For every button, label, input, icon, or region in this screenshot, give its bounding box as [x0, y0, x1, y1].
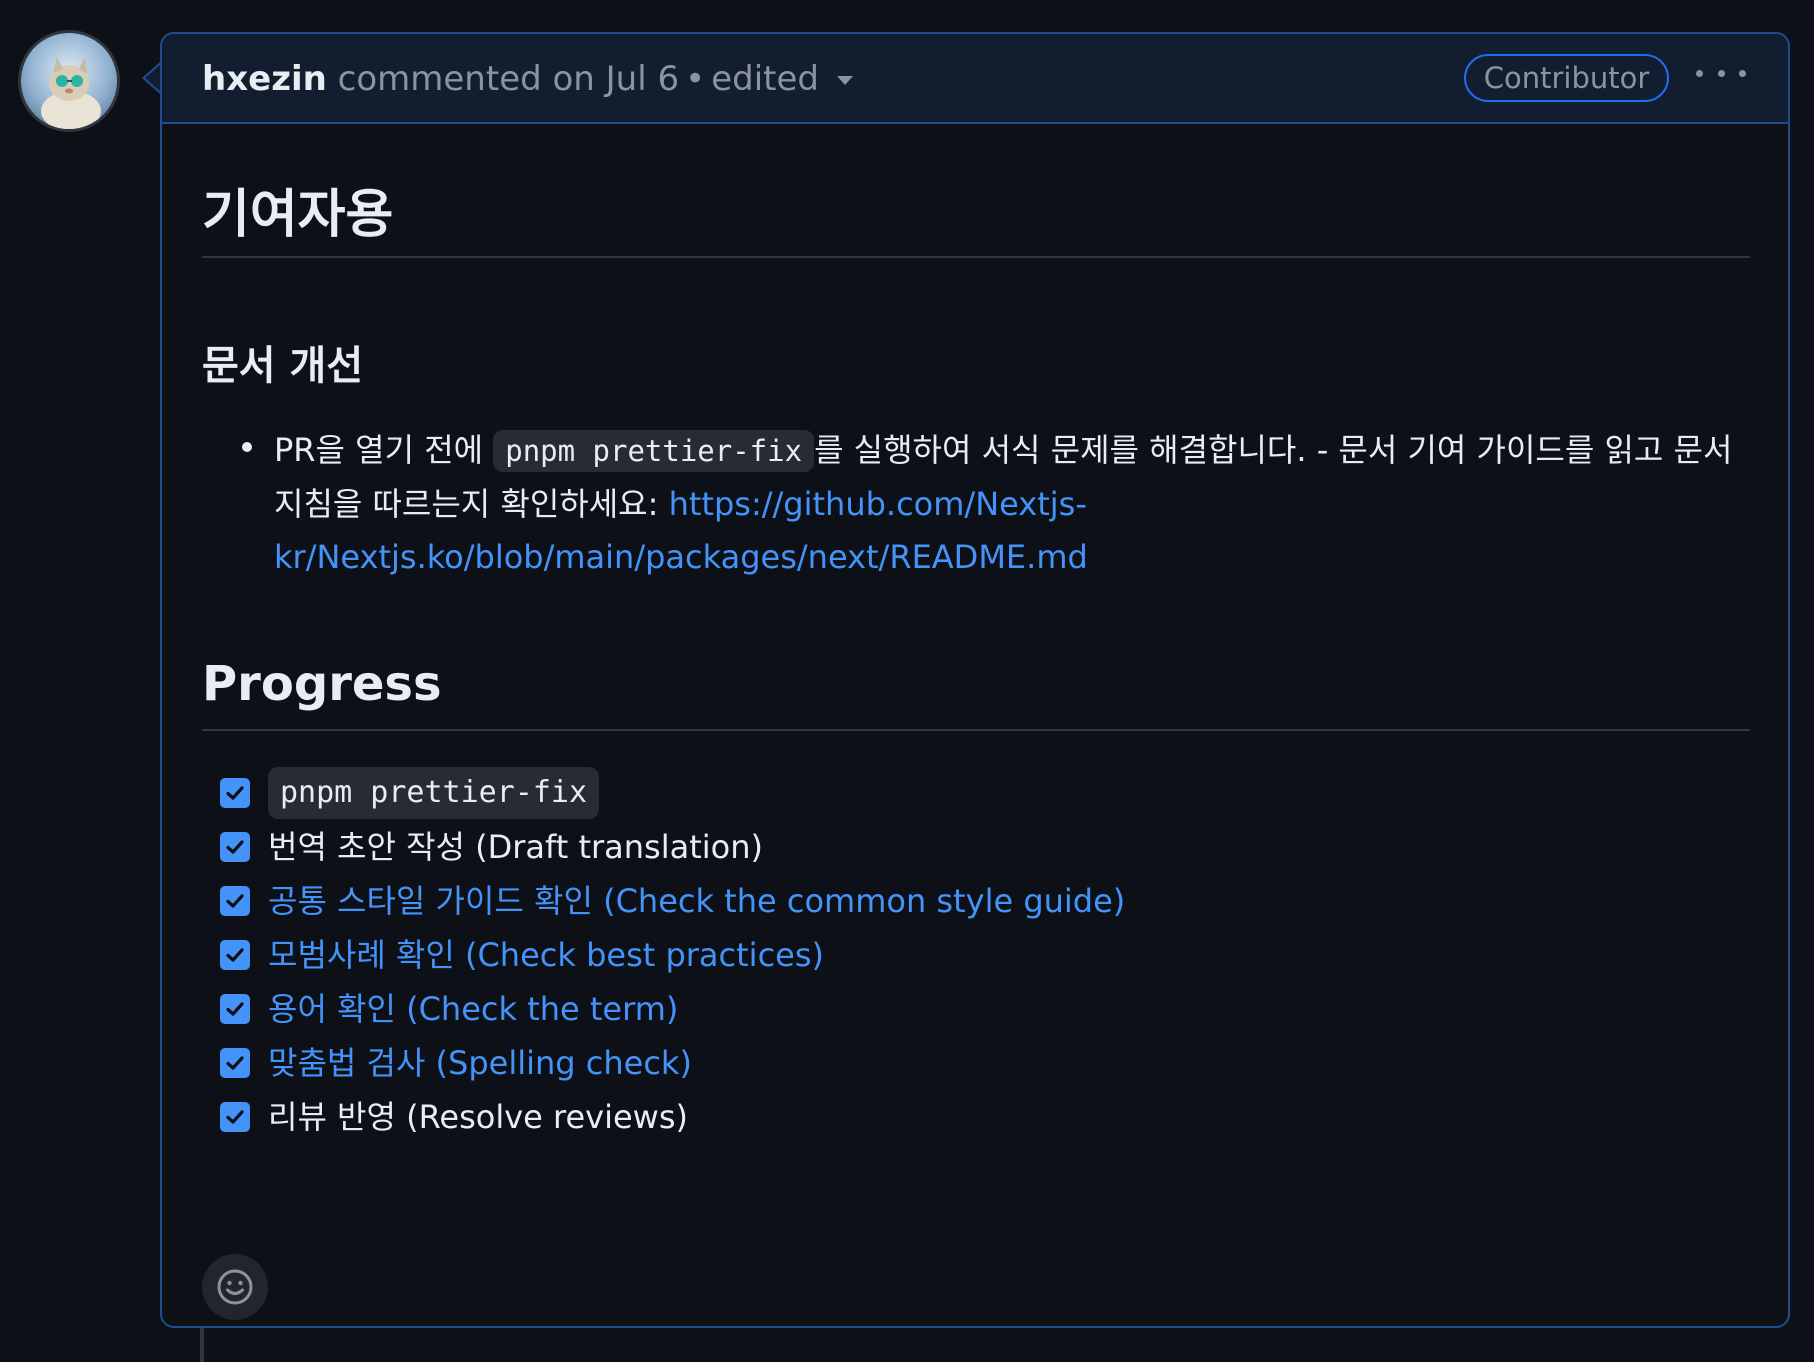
progress-heading: Progress: [202, 656, 442, 712]
add-reaction-button[interactable]: [202, 1254, 268, 1320]
checkbox[interactable]: [220, 778, 250, 808]
task-item: 번역 초안 작성 (Draft translation): [220, 822, 763, 872]
task-link[interactable]: 모범사례 확인 (Check best practices): [268, 935, 824, 975]
section-heading: 문서 개선: [202, 343, 364, 389]
task-link[interactable]: 공통 스타일 가이드 확인 (Check the common style gu…: [268, 881, 1125, 921]
comment-action[interactable]: commented on Jul 6: [338, 59, 679, 99]
cat-avatar-icon: [41, 57, 101, 129]
task-item: 용어 확인 (Check the term): [220, 984, 678, 1034]
task-item: 공통 스타일 가이드 확인 (Check the common style gu…: [220, 876, 1125, 926]
checkbox[interactable]: [220, 940, 250, 970]
check-icon: [226, 1110, 244, 1124]
contributor-badge: Contributor: [1464, 54, 1669, 102]
progress-divider: [202, 729, 1750, 731]
check-icon: [226, 894, 244, 908]
comment-header: hxezin commented on Jul 6 • edited Contrib…: [162, 34, 1788, 124]
checkbox[interactable]: [220, 1048, 250, 1078]
timeline-connector: [200, 1328, 204, 1362]
list-item: PR을 열기 전에 pnpm prettier-fix 를 실행하여 서식 문제를…: [274, 424, 1734, 584]
chevron-down-icon[interactable]: [836, 76, 853, 85]
bullet-dot: [242, 442, 252, 452]
kebab-horizontal-icon[interactable]: [1696, 58, 1746, 88]
checkbox[interactable]: [220, 1102, 250, 1132]
check-icon: [226, 786, 244, 800]
comment-card: hxezin commented on Jul 6 • edited Contrib…: [160, 32, 1790, 1328]
check-icon: [226, 840, 244, 854]
task-item: 모범사례 확인 (Check best practices): [220, 930, 824, 980]
check-icon: [226, 948, 244, 962]
title-divider: [202, 256, 1750, 258]
checkbox[interactable]: [220, 994, 250, 1024]
separator-dot: •: [685, 59, 706, 99]
edited-dropdown[interactable]: edited: [711, 59, 853, 99]
task-item: 맞춤법 검사 (Spelling check): [220, 1038, 692, 1088]
page-title: 기여자용: [202, 185, 394, 245]
author-link[interactable]: hxezin: [202, 59, 327, 99]
task-label: 번역 초안 작성 (Draft translation): [268, 828, 764, 866]
inline-code: pnpm prettier-fix: [493, 430, 815, 472]
avatar[interactable]: [18, 30, 120, 132]
checkbox[interactable]: [220, 832, 250, 862]
checkbox[interactable]: [220, 886, 250, 916]
task-link[interactable]: 맞춤법 검사 (Spelling check): [268, 1043, 692, 1083]
task-label: pnpm prettier-fix: [268, 767, 600, 819]
task-item: 리뷰 반영 (Resolve reviews): [220, 1092, 688, 1142]
comment-meta: hxezin commented on Jul 6 • edited: [202, 58, 853, 100]
check-icon: [226, 1002, 244, 1016]
bullet-text-before: PR을 열기 전에: [274, 431, 494, 469]
comment-pointer-inner: [145, 64, 161, 92]
smiley-icon: [217, 1269, 253, 1305]
task-item: pnpm prettier-fix: [220, 767, 600, 819]
task-label: 리뷰 반영 (Resolve reviews): [268, 1098, 688, 1136]
check-icon: [226, 1056, 244, 1070]
task-link[interactable]: 용어 확인 (Check the term): [268, 989, 678, 1029]
edited-label[interactable]: edited: [711, 59, 819, 99]
